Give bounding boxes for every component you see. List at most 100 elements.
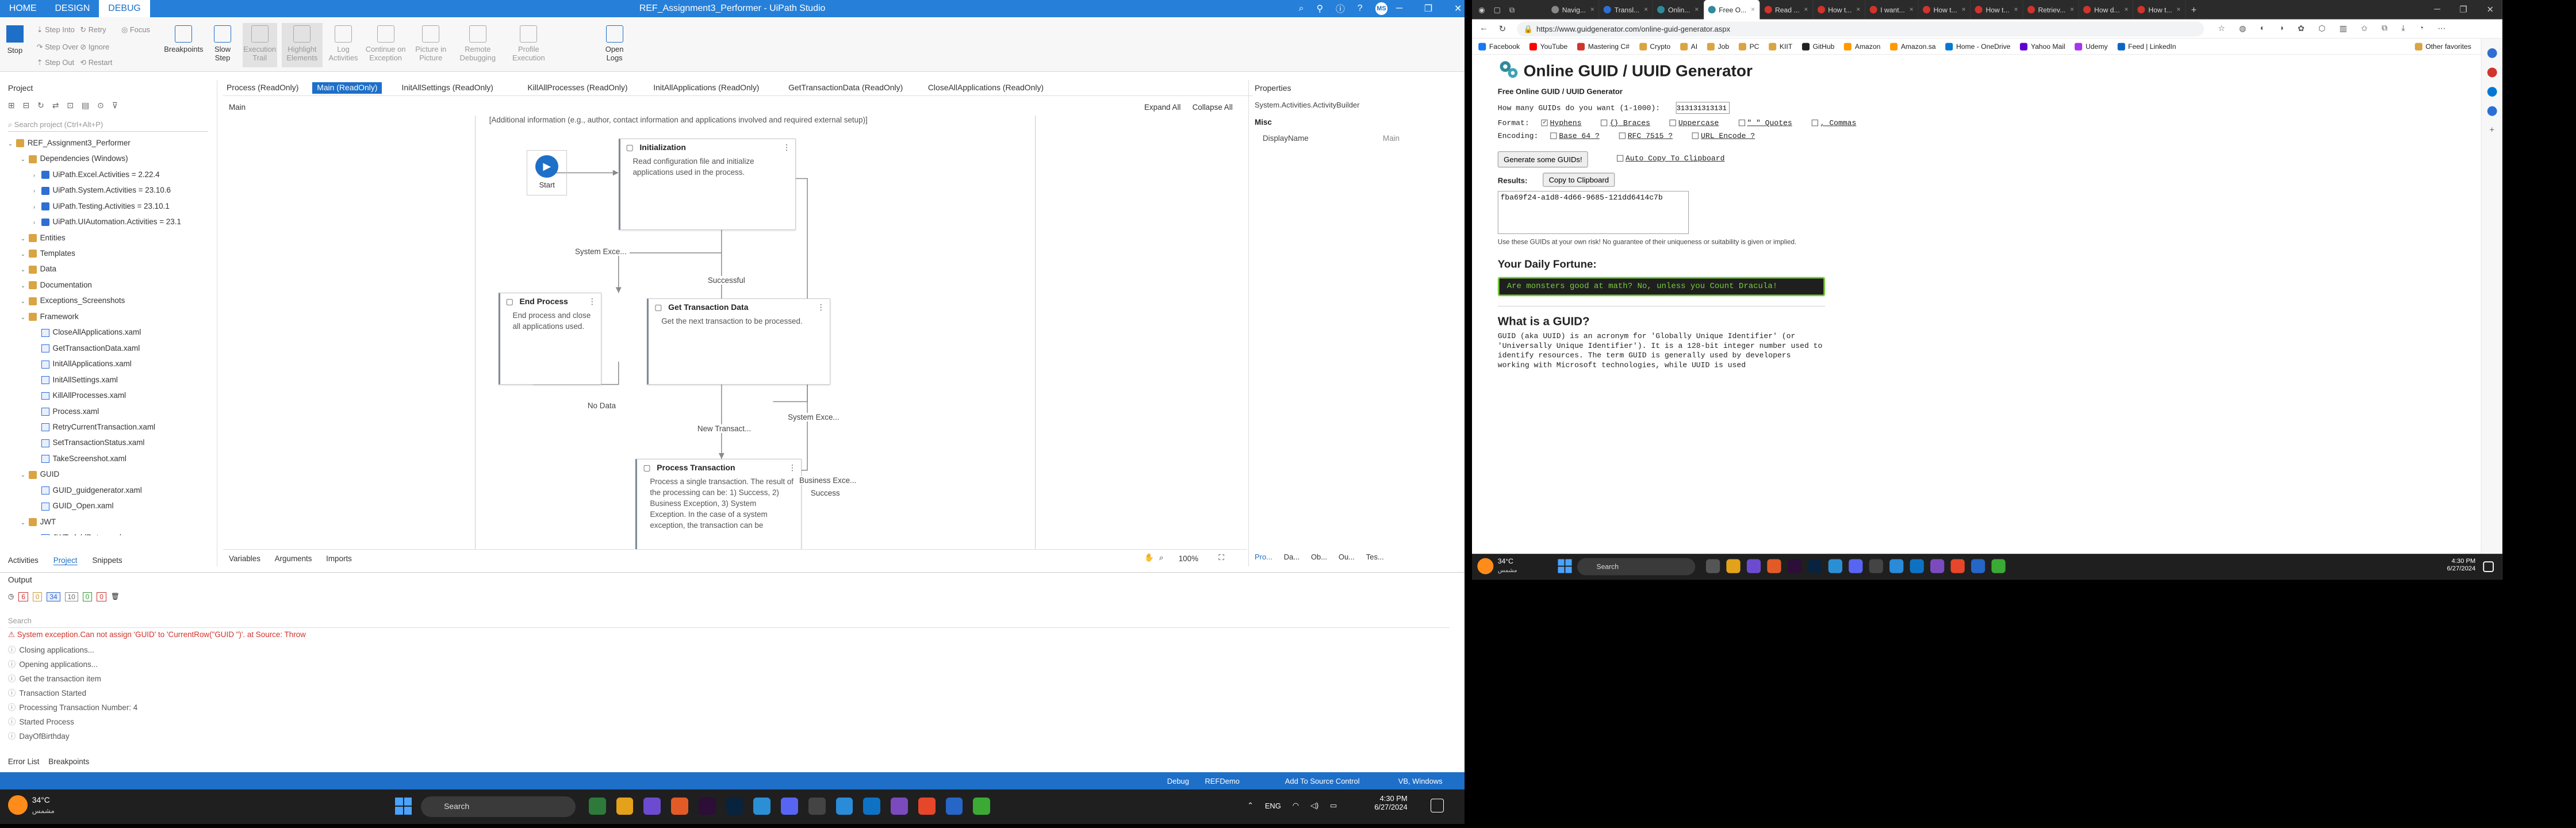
warning-count-badge[interactable]: 0 <box>32 592 43 601</box>
ignore-button[interactable]: ⊘ Ignore <box>80 43 109 52</box>
profile-icon[interactable]: ◉ <box>1478 5 1485 14</box>
settings-icon[interactable] <box>1869 559 1883 573</box>
new-tab-icon[interactable]: + <box>2191 0 2196 20</box>
extension-icon-1[interactable]: ◍ <box>2239 24 2246 33</box>
property-displayname-value[interactable]: Main <box>1383 134 1400 143</box>
tree-item[interactable]: › UiPath.UIAutomation.Activities = 23.1 <box>8 214 208 229</box>
discord-icon[interactable] <box>781 798 798 815</box>
windows-start-icon[interactable] <box>394 798 412 818</box>
volume-icon[interactable]: ◁) <box>1310 801 1318 810</box>
close-icon[interactable]: ✕ <box>2486 4 2494 15</box>
maximize-icon[interactable]: ❐ <box>1424 3 1432 14</box>
tab-error-list[interactable]: Error List <box>8 757 39 766</box>
back-icon[interactable]: ← <box>1479 24 1488 33</box>
vscode-icon[interactable] <box>863 798 881 815</box>
app-icon-2[interactable] <box>671 798 688 815</box>
browser-tab[interactable]: Free O... ✕ <box>1704 0 1760 20</box>
tab-outline[interactable]: Ou... <box>1339 553 1355 561</box>
close-tab-icon[interactable]: ✕ <box>1695 7 1699 13</box>
settings-icon[interactable] <box>808 798 826 815</box>
tree-item[interactable]: ⌄ Documentation <box>8 277 208 293</box>
close-tab-icon[interactable]: ✕ <box>1644 7 1649 13</box>
fit-screen-icon[interactable]: ⛶ <box>1218 553 1224 562</box>
browser-tab[interactable]: Transl... ✕ <box>1600 0 1653 20</box>
breakpoints-button[interactable]: Breakpoints <box>163 25 205 53</box>
tab-test-explorer[interactable]: Tes... <box>1366 553 1384 561</box>
status-debug[interactable]: Debug <box>1167 777 1189 785</box>
tab-arguments[interactable]: Arguments <box>275 554 312 563</box>
tree-item[interactable]: InitAllSettings.xaml <box>8 372 208 388</box>
chrome-icon[interactable] <box>918 798 936 815</box>
minimize-icon[interactable]: ─ <box>1396 3 1402 14</box>
menu-design[interactable]: DESIGN <box>46 0 99 17</box>
continue-on-exception-button[interactable]: Continue on Exception <box>363 25 409 62</box>
browser-tab[interactable]: How t... ✕ <box>2133 0 2186 20</box>
search-icon[interactable]: ⌕ <box>1299 3 1304 14</box>
tab-actions-icon[interactable]: ⧉ <box>1509 5 1515 14</box>
stop-button[interactable]: Stop <box>3 25 26 55</box>
doc-tab-killallprocesses[interactable]: KillAllProcesses (ReadOnly) <box>527 82 627 94</box>
output-line[interactable]: Get the transaction item <box>8 672 137 687</box>
properties-category[interactable]: Misc <box>1255 118 1272 126</box>
bookmark-item[interactable]: AI <box>1680 43 1697 51</box>
taskbar-search[interactable]: Search <box>1577 558 1696 576</box>
critical-count-badge[interactable]: 0 <box>97 592 106 601</box>
info-icon[interactable]: ⓘ <box>1336 2 1345 15</box>
photoshop-icon[interactable] <box>1808 559 1822 573</box>
uppercase-option[interactable]: Uppercase <box>1669 119 1719 128</box>
app-icon-3[interactable] <box>973 798 991 815</box>
visual-studio-icon[interactable] <box>1930 559 1945 573</box>
bookmark-item[interactable]: Job <box>1707 43 1729 51</box>
state-initialization[interactable]: Initialization Read configuration file a… <box>618 138 796 230</box>
output-line[interactable]: Started Process <box>8 715 137 730</box>
tree-item[interactable]: KillAllProcesses.xaml <box>8 388 208 403</box>
photoshop-icon[interactable] <box>726 798 743 815</box>
tree-item[interactable]: ⌄ Templates <box>8 246 208 261</box>
bookmark-item[interactable]: Udemy <box>2075 43 2108 51</box>
close-tab-icon[interactable]: ✕ <box>1804 7 1808 13</box>
bookmark-item[interactable]: Feed | LinkedIn <box>2117 43 2176 51</box>
browser-tab[interactable]: Navig... ✕ <box>1547 0 1600 20</box>
doc-tab-closeallapplications[interactable]: CloseAllApplications (ReadOnly) <box>928 82 1044 94</box>
taskbar-search[interactable]: Search <box>421 796 576 817</box>
sidebar-search-icon[interactable] <box>2487 48 2497 58</box>
braces-option[interactable]: {} Braces <box>1601 119 1650 128</box>
output-line[interactable]: Processing Transaction Number: 4 <box>8 701 137 715</box>
extension-icon-3[interactable]: ◑ <box>2279 24 2283 33</box>
bookmark-item[interactable]: Crypto <box>1639 43 1670 51</box>
taskbar-clock[interactable]: 4:30 PM 6/27/2024 <box>1362 794 1408 811</box>
edge-label-system-exception-2[interactable]: System Exce... <box>784 413 843 422</box>
remote-debugging-button[interactable]: Remote Debugging <box>453 25 503 62</box>
generate-guids-button[interactable]: Generate some GUIDs! <box>1497 151 1588 168</box>
verbose-count-badge[interactable]: 0 <box>82 592 93 601</box>
edge-label-system-exception[interactable]: System Exce... <box>572 247 630 256</box>
refresh-icon[interactable]: ↻ <box>1499 24 1506 34</box>
sidebar-outlook-icon[interactable] <box>2487 106 2497 116</box>
pan-icon[interactable]: ✋ <box>1144 553 1154 562</box>
other-favorites[interactable]: Other favorites <box>2414 43 2471 51</box>
close-tab-icon[interactable]: ✕ <box>1909 7 1914 13</box>
results-textarea[interactable]: fba69f24-a1d8-4d66-9685-121dd6414c7b <box>1497 191 1689 234</box>
clock-icon[interactable]: ◷ <box>8 592 14 601</box>
tab-imports[interactable]: Imports <box>326 554 352 563</box>
uipath-studio-taskbar-icon[interactable] <box>945 798 963 815</box>
profile-execution-button[interactable]: Profile Execution <box>506 25 552 62</box>
discord-icon[interactable] <box>1849 559 1863 573</box>
zoom-search-icon[interactable]: ⌕ <box>1159 553 1164 562</box>
menu-debug[interactable]: DEBUG <box>99 0 150 17</box>
illustrator-icon[interactable] <box>698 798 716 815</box>
tree-item[interactable]: RetryCurrentTransaction.xaml <box>8 419 208 435</box>
commas-option[interactable]: , Commas <box>1811 119 1856 128</box>
edge-label-success[interactable]: Success <box>807 488 844 497</box>
tree-item[interactable]: TakeScreenshot.xaml <box>8 451 208 466</box>
close-tab-icon[interactable]: ✕ <box>2070 7 2075 13</box>
tree-item[interactable]: ⌄ Entities <box>8 230 208 246</box>
state-get-transaction-data[interactable]: Get Transaction Data Get the next transa… <box>647 298 830 385</box>
status-source-control[interactable]: Add To Source Control <box>1285 777 1360 785</box>
status-robot[interactable]: REFDemo <box>1205 777 1239 785</box>
start-node[interactable]: ▶ Start <box>527 150 568 196</box>
output-line[interactable]: Opening applications... <box>8 658 137 672</box>
close-tab-icon[interactable]: ✕ <box>1751 7 1755 13</box>
weather-temp[interactable]: 34°C <box>1498 557 1513 565</box>
battery-icon[interactable]: ▭ <box>1330 801 1337 810</box>
